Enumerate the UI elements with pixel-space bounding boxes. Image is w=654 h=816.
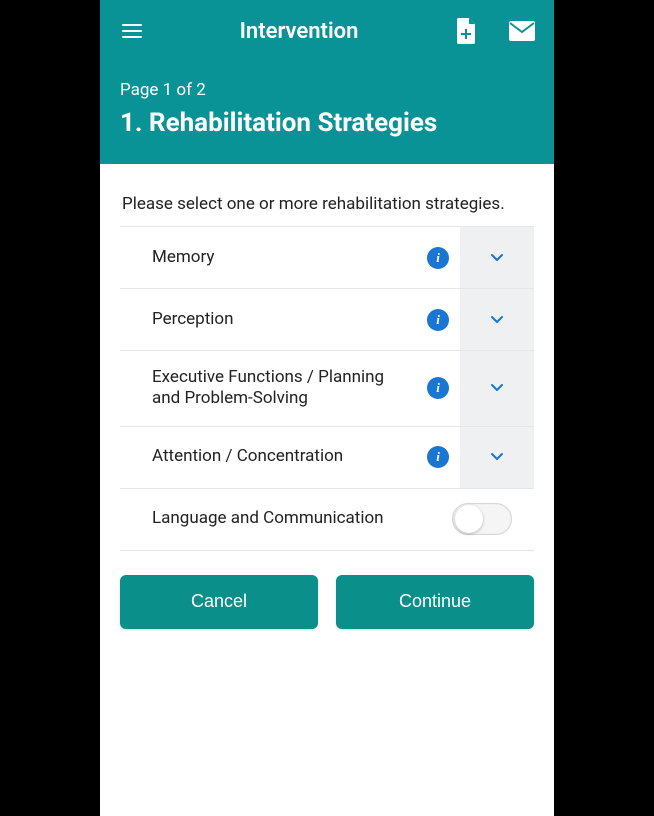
info-icon[interactable]: i [427, 446, 449, 468]
row-executive: Executive Functions / Planning and Probl… [120, 351, 534, 427]
row-perception-expand[interactable] [460, 289, 534, 350]
row-attention: Attention / Concentration i [120, 427, 534, 489]
info-icon[interactable]: i [427, 309, 449, 331]
row-perception-info-col: i [416, 289, 460, 350]
add-file-button[interactable] [452, 17, 480, 45]
row-language-label: Language and Communication [120, 492, 452, 545]
page-title: 1. Rehabilitation Strategies [120, 108, 534, 138]
row-memory: Memory i [120, 227, 534, 289]
row-attention-expand[interactable] [460, 427, 534, 488]
chevron-down-icon [490, 381, 504, 395]
menu-button[interactable] [118, 17, 146, 45]
top-bar: Intervention [100, 0, 554, 62]
top-bar-title: Intervention [146, 19, 452, 44]
row-attention-info-col: i [416, 427, 460, 488]
button-row: Cancel Continue [120, 575, 534, 629]
page-indicator: Page 1 of 2 [120, 80, 534, 100]
row-perception: Perception i [120, 289, 534, 351]
info-icon[interactable]: i [427, 247, 449, 269]
continue-button[interactable]: Continue [336, 575, 534, 629]
cancel-button[interactable]: Cancel [120, 575, 318, 629]
content-area: Please select one or more rehabilitation… [100, 164, 554, 816]
page-subheader: Page 1 of 2 1. Rehabilitation Strategies [100, 62, 554, 164]
row-executive-label: Executive Functions / Planning and Probl… [120, 351, 416, 426]
row-executive-expand[interactable] [460, 351, 534, 426]
row-language-toggle-col [452, 489, 534, 550]
mail-button[interactable] [508, 17, 536, 45]
chevron-down-icon [490, 313, 504, 327]
row-attention-label: Attention / Concentration [120, 430, 416, 483]
row-memory-expand[interactable] [460, 227, 534, 288]
row-executive-info-col: i [416, 351, 460, 426]
hamburger-icon [120, 19, 144, 43]
top-bar-actions [452, 17, 536, 45]
row-language: Language and Communication [120, 489, 534, 551]
info-icon[interactable]: i [427, 377, 449, 399]
row-memory-info-col: i [416, 227, 460, 288]
language-toggle[interactable] [452, 503, 512, 535]
strategy-list: Memory i Perception i [120, 226, 534, 551]
add-file-icon [455, 18, 477, 44]
toggle-knob [455, 505, 483, 533]
row-perception-label: Perception [120, 293, 416, 346]
app-frame: Intervention Page 1 of 2 1. Rehabilitati… [100, 0, 554, 816]
mail-icon [509, 21, 535, 41]
prompt-text: Please select one or more rehabilitation… [120, 194, 534, 214]
chevron-down-icon [490, 251, 504, 265]
row-memory-label: Memory [120, 231, 416, 284]
chevron-down-icon [490, 450, 504, 464]
